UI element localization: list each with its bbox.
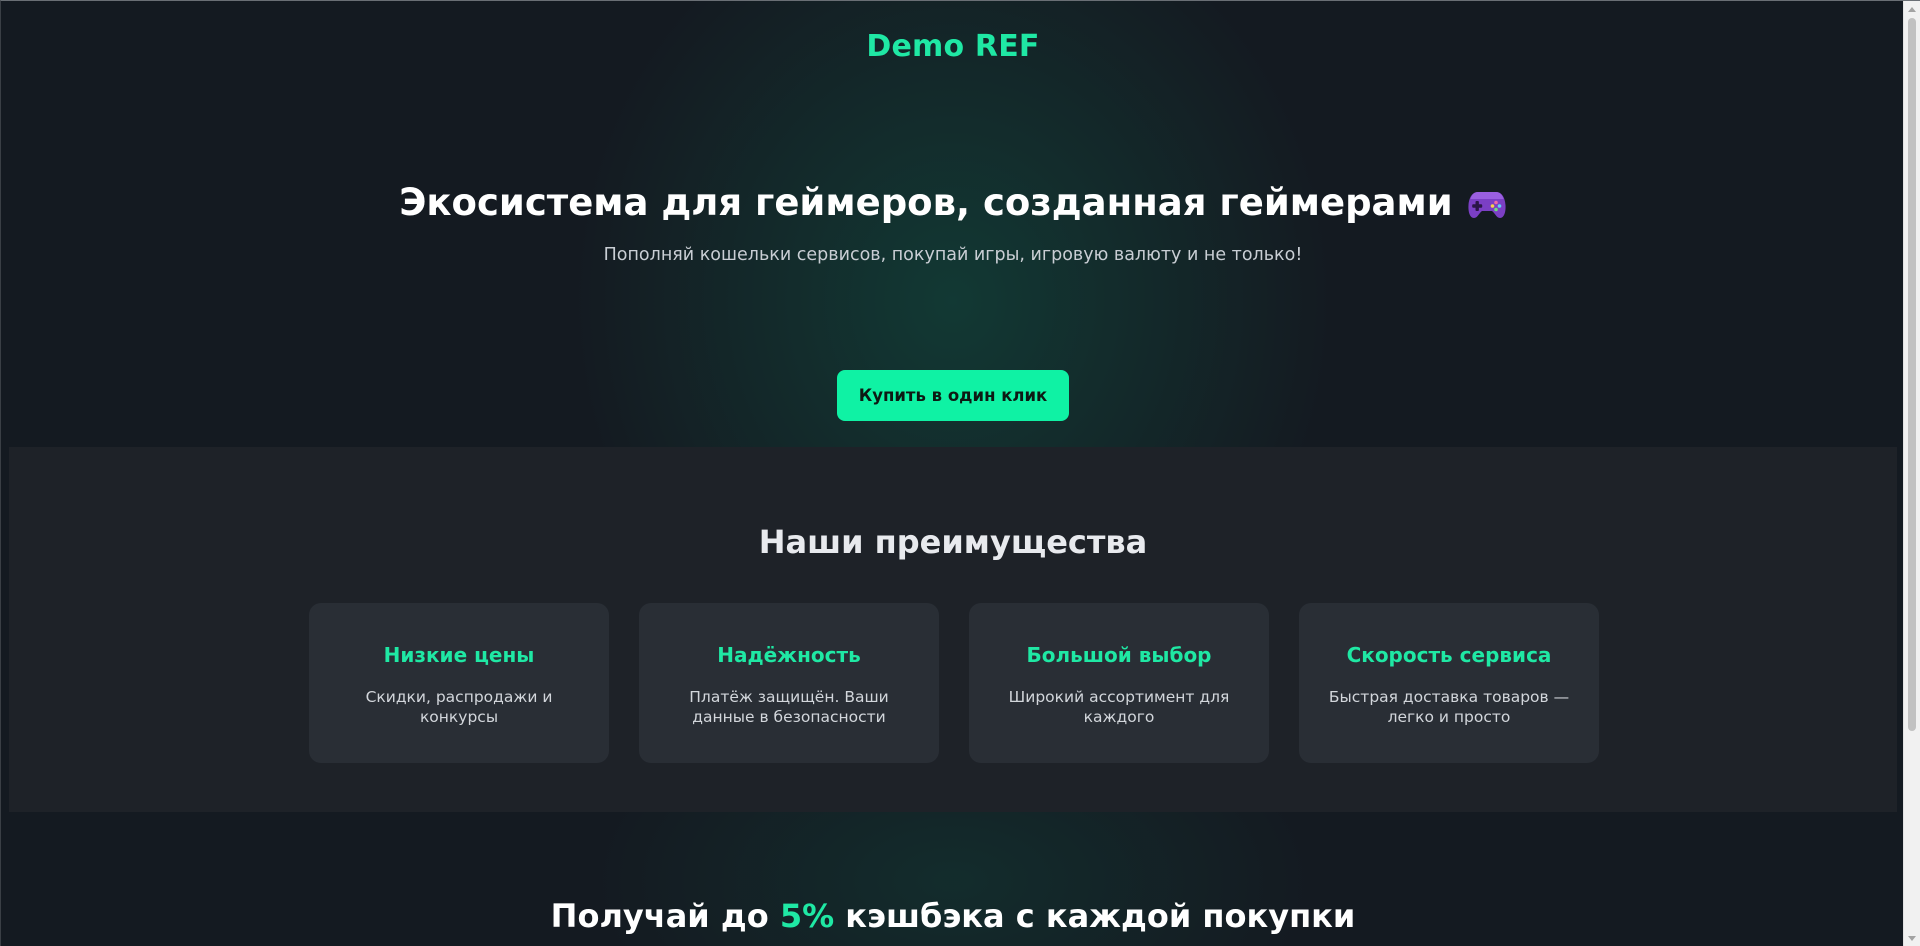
- advantage-card-title: Скорость сервиса: [1346, 643, 1552, 667]
- brand-logo[interactable]: Demo REF: [1, 29, 1905, 64]
- advantage-card-low-prices: Низкие цены Скидки, распродажи и конкурс…: [309, 603, 609, 763]
- cashback-heading: Получай до 5% кэшбэка с каждой покупки: [1, 897, 1905, 935]
- advantages-section: Наши преимущества Низкие цены Скидки, ра…: [9, 447, 1897, 812]
- advantage-card-service-speed: Скорость сервиса Быстрая доставка товаро…: [1299, 603, 1599, 763]
- advantage-card-title: Надёжность: [717, 643, 861, 667]
- advantage-card-text: Скидки, распродажи и конкурсы: [365, 688, 553, 726]
- hero-title: Экосистема для геймеров, созданная гейме…: [1, 181, 1905, 230]
- hero-title-text: Экосистема для геймеров, созданная гейме…: [399, 181, 1453, 224]
- vertical-scrollbar[interactable]: [1903, 1, 1920, 946]
- scroll-up-arrow-icon[interactable]: [1908, 7, 1916, 12]
- scrollbar-thumb[interactable]: [1908, 18, 1916, 731]
- landing-page: Demo REF Экосистема для геймеров, создан…: [0, 0, 1920, 946]
- buy-one-click-button[interactable]: Купить в один клик: [837, 370, 1069, 421]
- cashback-suffix: кэшбэка с каждой покупки: [845, 897, 1356, 935]
- advantage-card-text: Платёж защищён. Ваши данные в безопаснос…: [689, 688, 889, 726]
- scroll-down-arrow-icon[interactable]: [1908, 936, 1916, 941]
- advantage-card-wide-choice: Большой выбор Широкий ассортимент для ка…: [969, 603, 1269, 763]
- advantage-card-reliability: Надёжность Платёж защищён. Ваши данные в…: [639, 603, 939, 763]
- cashback-percent: 5%: [779, 897, 835, 935]
- hero-subtitle: Пополняй кошельки сервисов, покупай игры…: [603, 245, 1303, 265]
- advantage-card-title: Низкие цены: [383, 643, 535, 667]
- advantage-card-text: Быстрая доставка товаров — легко и прост…: [1328, 688, 1570, 726]
- cashback-prefix: Получай до: [550, 897, 769, 935]
- advantage-card-title: Большой выбор: [1026, 643, 1212, 667]
- gamepad-icon: [1467, 187, 1507, 230]
- advantages-title: Наши преимущества: [758, 523, 1148, 561]
- advantage-card-text: Широкий ассортимент для каждого: [1008, 688, 1230, 726]
